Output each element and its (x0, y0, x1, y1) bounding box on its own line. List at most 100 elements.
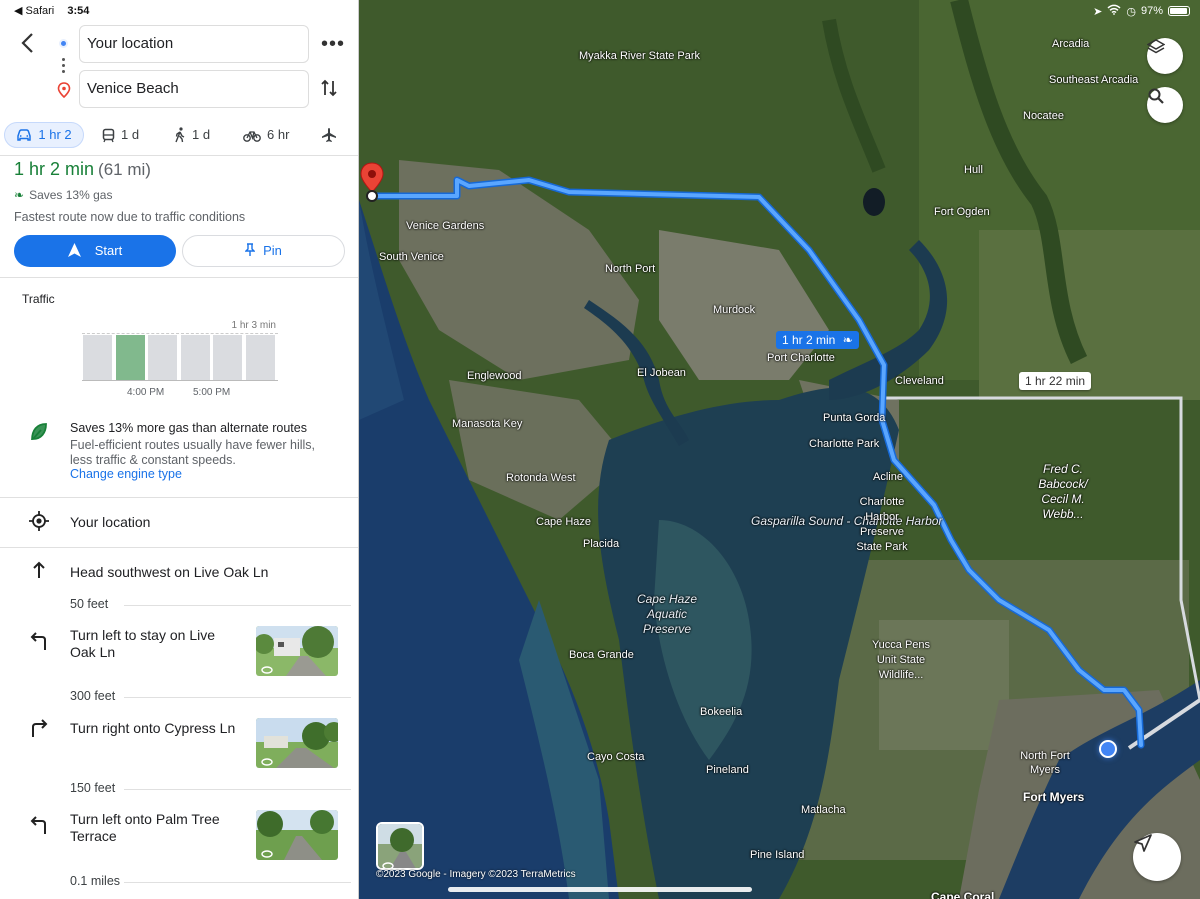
transit-icon (102, 128, 115, 142)
chevron-left-icon (21, 33, 33, 53)
traffic-bar[interactable] (180, 335, 210, 380)
traffic-bar[interactable] (245, 335, 275, 380)
wifi-icon (1107, 4, 1121, 18)
map-label-cleveland: Cleveland (895, 375, 944, 387)
tab-drive[interactable]: 1 hr 2 (4, 122, 84, 148)
step-divider (124, 882, 351, 883)
tab-flight[interactable] (321, 122, 337, 148)
traffic-tick-label: 5:00 PM (193, 387, 231, 398)
step-distance: 0.1 miles (70, 874, 121, 888)
map-label-englewood: Englewood (467, 370, 522, 382)
map-label-babcock: Fred C. Babcock/ Cecil M. Webb... (1038, 462, 1088, 521)
map-label-arcadia: Arcadia (1052, 38, 1090, 50)
map-label-se-arcadia: Southeast Arcadia (1049, 74, 1139, 86)
step-instruction[interactable]: Turn left onto Palm Tree Terrace (70, 811, 240, 845)
map-imagery (359, 0, 1200, 899)
map-label-venice-gardens: Venice Gardens (406, 220, 485, 232)
map-label-cape-coral: Cape Coral (931, 890, 995, 899)
tab-drive-label: 1 hr 2 (38, 127, 72, 142)
status-bar: ◀ Safari 3:54 ➤ ◷ 97% (0, 0, 1200, 22)
back-button[interactable] (18, 32, 38, 53)
map-label-north-fort-myers: North Fort Myers (1020, 750, 1070, 776)
my-location-icon (28, 511, 50, 533)
route-note: Fastest route now due to traffic conditi… (14, 210, 246, 224)
battery-icon (1168, 6, 1190, 16)
leaf-icon (30, 422, 48, 442)
current-location-dot (1099, 740, 1117, 758)
tab-transit-label: 1 d (121, 127, 140, 142)
leaf-icon: ❧ (14, 188, 25, 202)
step-divider (124, 697, 351, 698)
step-distance: 300 feet (70, 689, 116, 703)
satellite-map[interactable]: Myakka River State Park Arcadia Southeas… (359, 0, 1200, 899)
status-left: ◀ Safari 3:54 (14, 4, 89, 17)
map-label-charlotte-harbor-preserve: Charlotte Harbor Preserve State Park (856, 496, 908, 553)
route-duration: 1 hr 2 min (61 mi) (14, 159, 151, 180)
route-dots-icon (62, 58, 65, 76)
back-to-app-link[interactable]: ◀ Safari (14, 5, 54, 17)
battery-percent: 97% (1140, 5, 1163, 17)
change-engine-link[interactable]: Change engine type (70, 467, 182, 481)
divider (0, 277, 358, 278)
traffic-bar[interactable] (213, 335, 242, 380)
street-view-button[interactable] (376, 822, 424, 870)
step-start-label[interactable]: Your location (70, 514, 150, 531)
map-attribution: ©2023 Google - Imagery ©2023 TerraMetric… (376, 869, 576, 880)
map-label-placida: Placida (583, 538, 620, 550)
tab-bike[interactable]: 6 hr (243, 122, 289, 148)
map-label-rotonda-west: Rotonda West (506, 472, 576, 484)
map-label-port-charlotte: Port Charlotte (767, 352, 835, 364)
traffic-bar[interactable] (148, 335, 177, 380)
pin-button-label: Pin (263, 243, 282, 258)
map-label-cape-haze-preserve: Cape Haze Aquatic Preserve (636, 592, 698, 636)
map-label-cape-haze: Cape Haze (536, 516, 592, 528)
origin-input[interactable]: Your location (79, 25, 309, 63)
map-label-el-jobean: El Jobean (637, 367, 686, 379)
map-label-acline: Acline (873, 471, 903, 483)
tab-bike-label: 6 hr (267, 127, 290, 142)
traffic-tick-label: 4:00 PM (127, 387, 165, 398)
street-view-thumbnail[interactable] (256, 810, 338, 860)
traffic-bar[interactable] (83, 335, 112, 380)
street-view-thumbnail[interactable] (256, 718, 338, 768)
tab-walk[interactable]: 1 d (174, 122, 210, 148)
map-label-pineland: Pineland (706, 764, 749, 776)
traffic-bar[interactable] (115, 335, 145, 380)
layers-button[interactable] (1147, 38, 1183, 74)
turn-left-icon (28, 815, 50, 837)
eco-title: Saves 13% more gas than alternate routes (70, 421, 307, 435)
traffic-title: Traffic (22, 292, 55, 306)
traffic-max-line (82, 333, 278, 334)
swap-icon[interactable] (320, 78, 338, 103)
start-button[interactable]: Start (14, 235, 176, 267)
tab-transit[interactable]: 1 d (102, 122, 139, 148)
map-label-fort-ogden: Fort Ogden (934, 206, 990, 218)
saves-gas-text: Saves 13% gas (29, 188, 113, 202)
travel-mode-tabs: 1 hr 2 1 d 1 d 6 hr (0, 122, 358, 154)
traffic-chart: 1 hr 3 min 4:00 PM 5:00 PM (80, 320, 280, 400)
alternate-route-tag[interactable]: 1 hr 22 min (1019, 372, 1092, 390)
map-label-north-port: North Port (605, 263, 656, 275)
status-time: 3:54 (67, 5, 90, 17)
step-distance: 50 feet (70, 597, 109, 611)
pin-button[interactable]: Pin (182, 235, 345, 267)
step-instruction[interactable]: Turn right onto Cypress Ln (70, 720, 235, 737)
more-options-icon[interactable]: ••• (321, 33, 345, 56)
plane-icon (322, 128, 336, 142)
map-label-manasota-key: Manasota Key (452, 418, 523, 430)
destination-input[interactable]: Venice Beach (79, 70, 309, 108)
step-instruction[interactable]: Turn left to stay on Live Oak Ln (70, 627, 240, 661)
recenter-button[interactable] (1133, 833, 1181, 881)
directions-panel: Your location Venice Beach ••• 1 hr 2 1 … (0, 0, 359, 899)
destination-marker-icon[interactable] (360, 162, 384, 202)
pin-icon (244, 243, 256, 256)
step-instruction[interactable]: Head southwest on Live Oak Ln (70, 564, 268, 581)
street-view-thumbnail[interactable] (256, 626, 338, 676)
map-label-hull: Hull (964, 164, 983, 176)
search-button[interactable] (1147, 87, 1183, 123)
map-label-murdock: Murdock (713, 304, 756, 316)
location-arrow-icon: ➤ (1093, 5, 1103, 18)
start-button-label: Start (94, 243, 123, 258)
route-duration-tag[interactable]: 1 hr 2 min ❧ (776, 331, 859, 349)
map-label-pine-island: Pine Island (750, 849, 805, 861)
